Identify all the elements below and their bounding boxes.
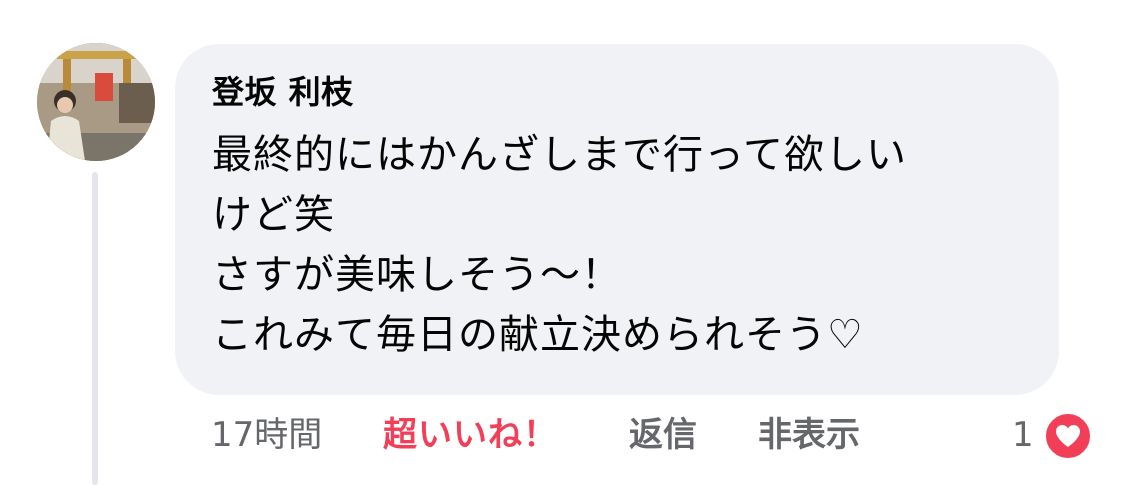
- heart-icon[interactable]: [1043, 411, 1093, 461]
- comment-text-line: けど笑: [212, 192, 335, 238]
- thread-line: [92, 172, 98, 485]
- reaction-count[interactable]: 1: [1012, 410, 1034, 460]
- comment-bubble: 登坂 利枝 最終的にはかんざしまで行って欲しい けど笑 さすが美味しそう〜！ こ…: [175, 44, 1059, 395]
- comment-actions: 17時間 超いいね！ 返信 非表示 1: [211, 410, 1093, 461]
- avatar[interactable]: [37, 43, 155, 161]
- avatar-photo: [37, 43, 155, 161]
- reply-button[interactable]: 返信: [629, 410, 697, 460]
- comment-timestamp[interactable]: 17時間: [211, 410, 322, 460]
- comment-text-line: 最終的にはかんざしまで行って欲しい: [212, 132, 907, 178]
- reaction-button[interactable]: 超いいね！: [383, 410, 558, 460]
- comment-author[interactable]: 登坂 利枝: [212, 71, 1029, 113]
- hide-button[interactable]: 非表示: [758, 410, 860, 460]
- comment-text-line: これみて毎日の献立決められそう♡: [212, 312, 864, 358]
- comment-text-line: さすが美味しそう〜！: [212, 252, 622, 298]
